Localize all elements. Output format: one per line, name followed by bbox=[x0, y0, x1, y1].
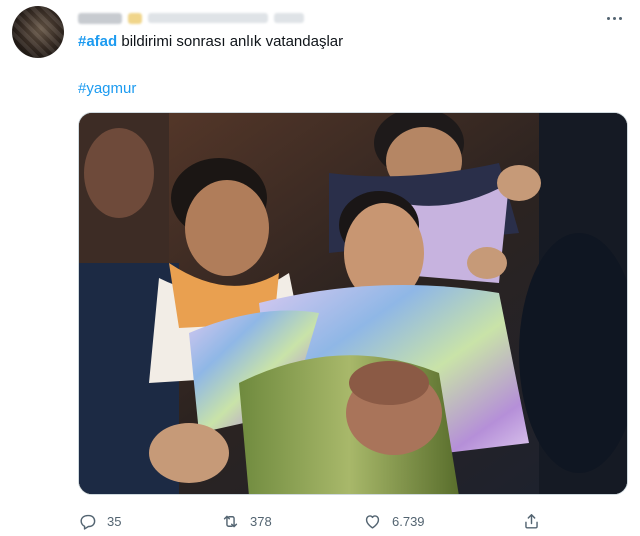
reply-icon bbox=[80, 514, 96, 530]
more-horizontal-icon[interactable] bbox=[602, 10, 626, 26]
like-button[interactable]: 6.739 bbox=[363, 508, 425, 534]
redacted-handle[interactable] bbox=[148, 13, 268, 23]
retweet-icon bbox=[223, 515, 238, 527]
share-button[interactable] bbox=[522, 508, 541, 534]
avatar[interactable] bbox=[12, 6, 64, 58]
hashtag-link[interactable]: #yagmur bbox=[78, 79, 136, 99]
retweet-button[interactable]: 378 bbox=[221, 508, 272, 534]
redacted-timestamp[interactable] bbox=[274, 13, 304, 23]
reply-count: 35 bbox=[107, 513, 122, 529]
share-icon bbox=[525, 513, 538, 529]
tweet-body-text: bildirimi sonrası anlık vatandaşlar bbox=[117, 33, 344, 50]
tweet-photo[interactable] bbox=[78, 112, 628, 495]
redacted-emoji bbox=[128, 12, 142, 24]
redacted-display-name[interactable] bbox=[78, 12, 122, 24]
photo-illustration bbox=[79, 113, 627, 494]
heart-icon bbox=[365, 514, 380, 529]
reply-button[interactable]: 35 bbox=[78, 508, 121, 534]
like-count: 6.739 bbox=[392, 513, 425, 529]
retweet-count: 378 bbox=[250, 513, 272, 529]
tweet-actions: 35 378 6.739 bbox=[78, 508, 628, 534]
hashtag-link[interactable]: #afad bbox=[78, 33, 117, 50]
tweet-header-redacted bbox=[78, 8, 304, 28]
tweet-text: #afad bildirimi sonrası anlık vatandaşla… bbox=[78, 32, 343, 52]
